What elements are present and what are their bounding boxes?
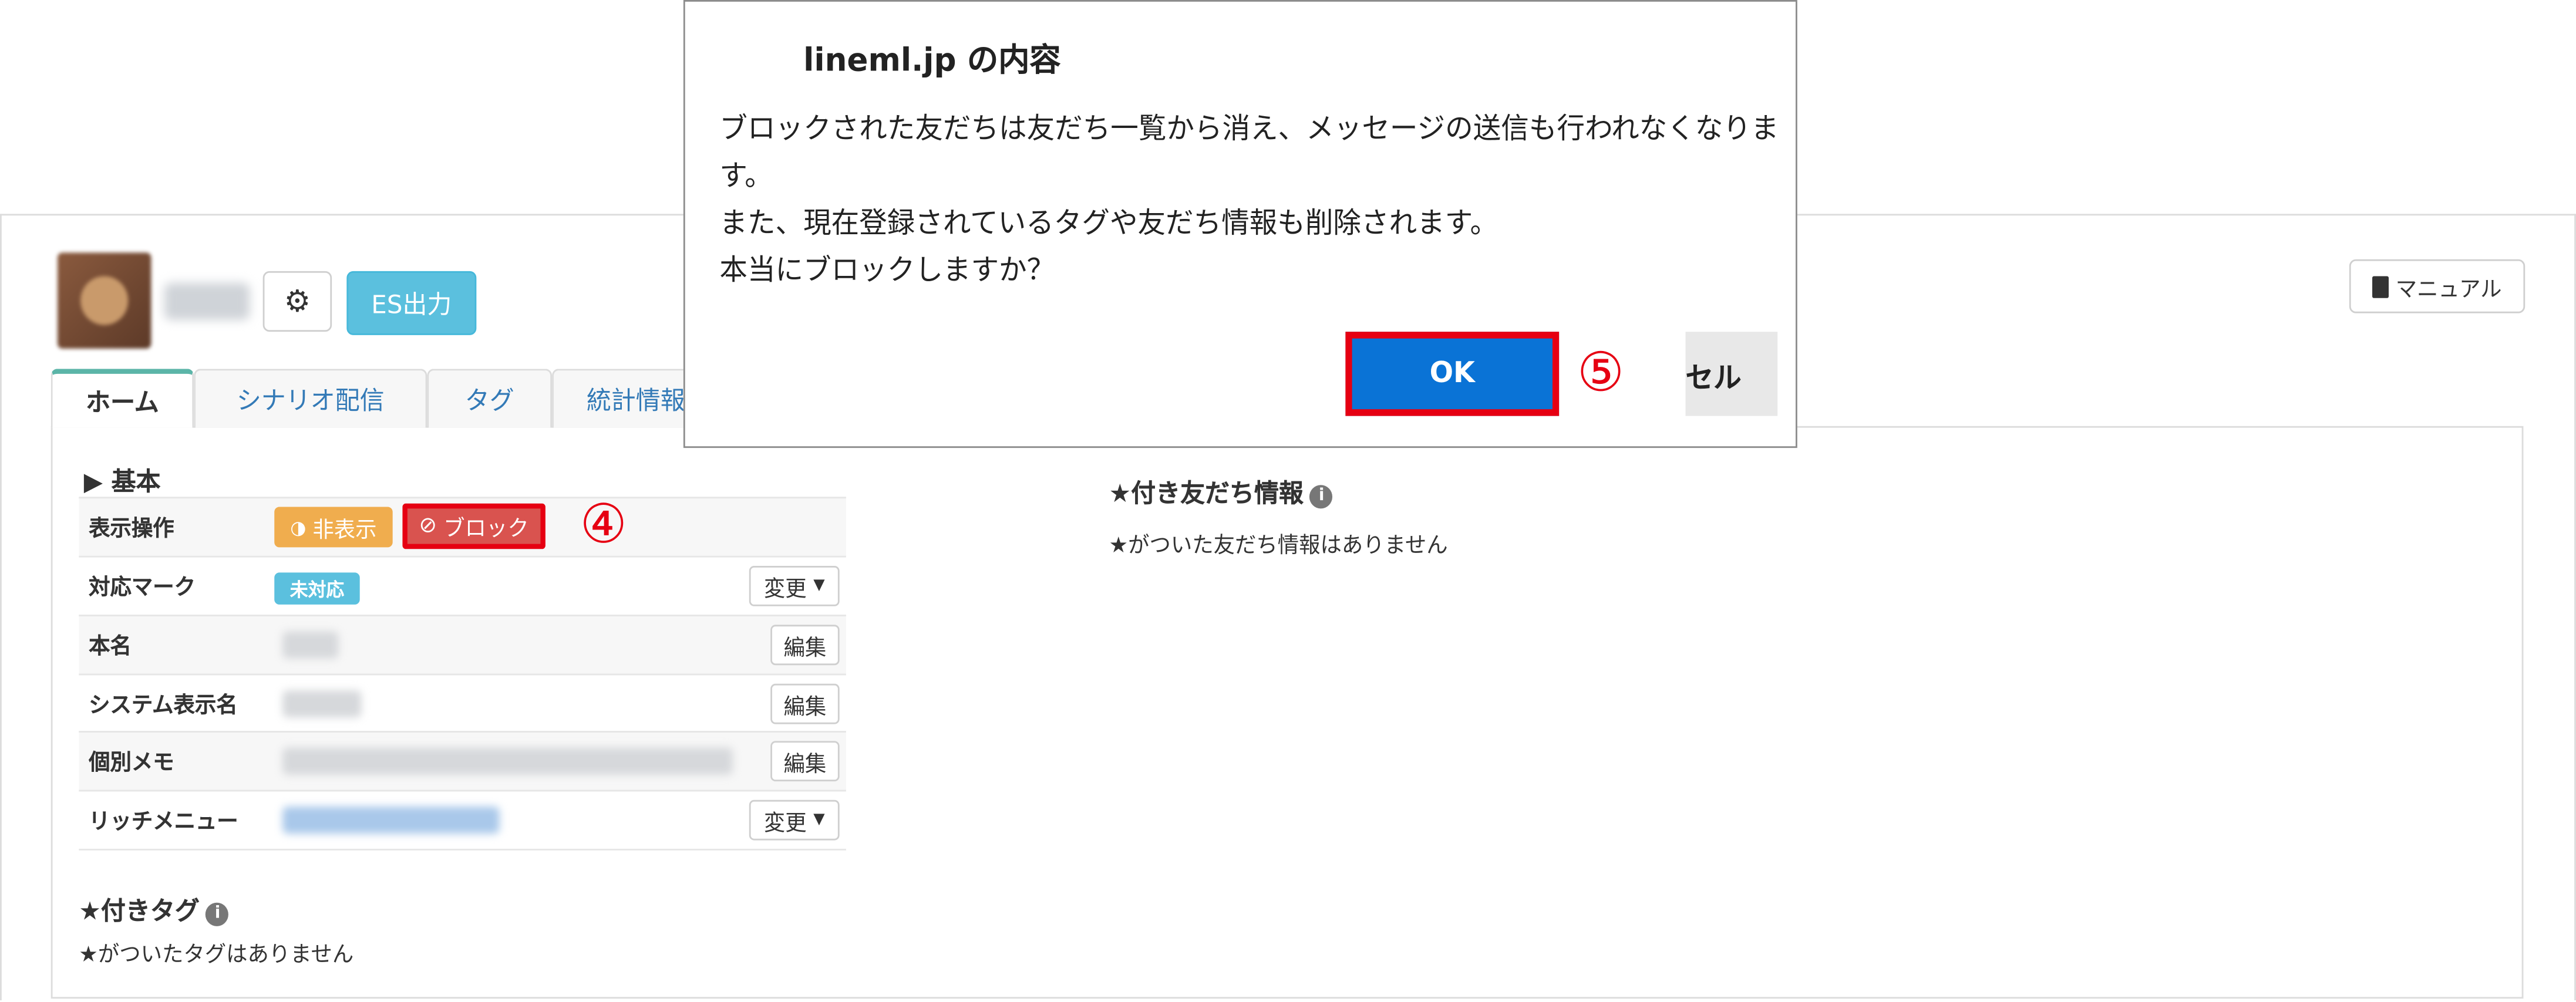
starred-tags-heading: ★付きタグ i	[79, 893, 230, 928]
tab-tag[interactable]: タグ	[427, 369, 553, 428]
row-label: リッチメニュー	[89, 809, 238, 835]
confirm-dialog: lineml.jp の内容 ブロックされた友だちは友だち一覧から消え、メッセージ…	[683, 0, 1797, 448]
dialog-message-line: 本当にブロックしますか？	[719, 254, 1055, 288]
richmenu-link-blurred[interactable]	[282, 807, 500, 834]
table-row-system-name: システム表示名 編集	[79, 673, 846, 733]
row-label: 対応マーク	[89, 576, 196, 602]
row-label: 表示操作	[89, 517, 174, 542]
starred-friend-info-heading: ★付き友だち情報 i	[1109, 475, 1334, 510]
info-icon[interactable]: i	[206, 902, 230, 926]
change-richmenu-button[interactable]: 変更 ▼	[749, 799, 840, 841]
starred-friend-info-empty: ★がついた友だち情報はありません	[1109, 534, 1448, 559]
memo-value-blurred	[282, 747, 733, 775]
edit-system-name-button[interactable]: 編集	[770, 683, 840, 724]
hide-button-label: 非表示	[312, 518, 377, 544]
status-badge: 未対応	[274, 572, 360, 605]
dialog-message-line: す。	[719, 160, 773, 194]
manual-button[interactable]: マニュアル	[2349, 259, 2526, 313]
dialog-message: ブロックされた友だちは友だち一覧から消え、メッセージの送信も行われなくなりま す…	[719, 106, 1779, 295]
change-label: 変更	[763, 811, 807, 836]
tab-scenario[interactable]: シナリオ配信	[194, 369, 427, 428]
basic-heading: ▶ 基本	[83, 466, 161, 497]
starred-tags-heading-label: ★付きタグ	[79, 896, 200, 926]
cancel-button[interactable]: セル	[1685, 332, 1778, 416]
page: ⚙ ES出力 マニュアル ホーム シナリオ配信 タグ 統計情報 ▶ 基本 表示操…	[0, 0, 2576, 1002]
dialog-message-line: また、現在登録されているタグや友だち情報も削除されます。	[719, 207, 1499, 241]
edit-realname-button[interactable]: 編集	[770, 625, 840, 666]
edit-memo-button[interactable]: 編集	[770, 741, 840, 782]
info-icon[interactable]: i	[1310, 485, 1334, 509]
username-blurred	[164, 282, 250, 320]
table-row-memo: 個別メモ 編集	[79, 731, 846, 790]
avatar	[57, 252, 151, 349]
manual-button-label: マニュアル	[2395, 276, 2502, 302]
ok-button[interactable]: OK	[1345, 332, 1560, 416]
change-mark-button[interactable]: 変更 ▼	[749, 565, 840, 606]
tab-home[interactable]: ホーム	[50, 369, 194, 428]
hide-button[interactable]: ◑ 非表示	[274, 507, 393, 548]
table-row-richmenu: リッチメニュー 変更 ▼	[79, 790, 846, 851]
caret-down-icon: ▼	[813, 811, 825, 829]
row-label: 本名	[89, 635, 132, 660]
ban-icon: ⊘	[419, 514, 437, 539]
eye-slash-icon: ◑	[290, 516, 307, 538]
starred-friend-info-heading-label: ★付き友だち情報	[1109, 478, 1304, 509]
dialog-message-line: ブロックされた友だちは友だち一覧から消え、メッセージの送信も行われなくなりま	[719, 113, 1779, 147]
realname-value-blurred	[282, 631, 339, 659]
avatar-face	[80, 276, 129, 325]
book-icon	[2372, 275, 2389, 298]
row-label: システム表示名	[89, 693, 238, 720]
block-button[interactable]: ⊘ ブロック	[402, 503, 545, 549]
step-5-annotation: ⑤	[1577, 340, 1625, 404]
system-name-value-blurred	[282, 690, 362, 718]
dialog-title: lineml.jp の内容	[803, 42, 1061, 79]
block-button-label: ブロック	[443, 517, 529, 542]
change-label: 変更	[763, 576, 807, 602]
caret-down-icon: ▼	[813, 578, 825, 595]
es-output-button[interactable]: ES出力	[346, 271, 477, 335]
table-row-mark: 対応マーク 変更 ▼	[79, 555, 846, 615]
row-label: 個別メモ	[89, 751, 174, 777]
starred-tags-empty: ★がついたタグはありません	[79, 943, 354, 969]
step-4-annotation: ④	[580, 491, 627, 556]
settings-button[interactable]: ⚙	[262, 271, 332, 332]
table-row-realname: 本名 編集	[79, 615, 846, 674]
gear-icon: ⚙	[284, 284, 311, 319]
